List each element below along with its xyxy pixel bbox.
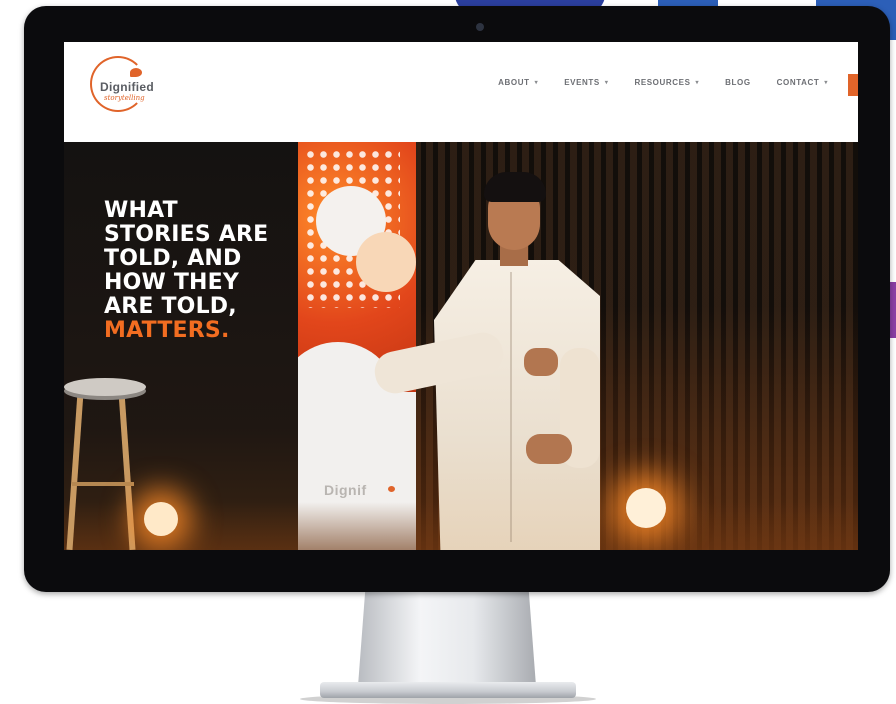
headline-accent: MATTERS. <box>104 318 230 343</box>
dropdown-caret-icon: ▾ <box>534 80 539 86</box>
speaker-hand <box>526 434 572 464</box>
nav-item-contact[interactable]: CONTACT ▾ <box>777 78 828 87</box>
monitor-stand <box>358 592 536 686</box>
hero-headline: WHAT STORIES ARE TOLD, AND HOW THEY ARE … <box>104 199 304 343</box>
nav-cta-button[interactable] <box>848 74 858 96</box>
monitor-stand-base <box>320 682 576 698</box>
nav-item-resources[interactable]: RESOURCES ▾ <box>634 78 699 87</box>
speaker-hair <box>484 172 546 202</box>
headline-line: STORIES ARE <box>104 222 269 247</box>
headline-line: TOLD, AND <box>104 246 242 271</box>
nav-item-label: CONTACT <box>776 78 820 87</box>
nav-item-about[interactable]: ABOUT ▾ <box>498 78 538 87</box>
stage-light <box>626 488 666 528</box>
dropdown-caret-icon: ▾ <box>824 80 828 86</box>
site-logo[interactable]: Dignified storytelling <box>90 56 180 116</box>
nav-item-label: ABOUT <box>498 78 530 87</box>
banner-logo-text: Dignif <box>324 482 367 498</box>
monitor-camera-icon <box>476 23 484 31</box>
headline-line: WHAT <box>104 198 178 223</box>
main-nav: ABOUT ▾ EVENTS ▾ RESOURCES ▾ BLOG CONTAC… <box>498 78 828 87</box>
headline-line: HOW THEY <box>104 270 240 295</box>
site-header: Dignified storytelling ABOUT ▾ EVENTS ▾ … <box>64 42 858 142</box>
nav-item-label: EVENTS <box>564 78 600 87</box>
logo-tagline: storytelling <box>104 94 145 102</box>
dropdown-caret-icon: ▾ <box>604 80 609 86</box>
speaker-hand <box>524 348 558 376</box>
hero-section: Dignif WHAT STORIES ARE TOLD, AND HOW TH… <box>64 142 858 550</box>
website-screen: Dignified storytelling ABOUT ▾ EVENTS ▾ … <box>64 42 858 550</box>
stage-light <box>144 502 178 536</box>
speaker-photo <box>371 172 614 550</box>
headline-line: ARE TOLD, <box>104 294 237 319</box>
stool-footrest <box>72 482 134 486</box>
dropdown-caret-icon: ▾ <box>695 80 700 86</box>
speech-bubble-icon <box>130 68 142 77</box>
nav-item-events[interactable]: EVENTS ▾ <box>564 78 608 87</box>
speaker-shirt-placket <box>510 272 512 542</box>
logo-wordmark: Dignified <box>100 80 155 94</box>
nav-item-label: RESOURCES <box>634 78 691 87</box>
stool-seat <box>64 378 146 396</box>
nav-item-blog[interactable]: BLOG <box>725 78 751 87</box>
nav-item-label: BLOG <box>725 78 751 87</box>
